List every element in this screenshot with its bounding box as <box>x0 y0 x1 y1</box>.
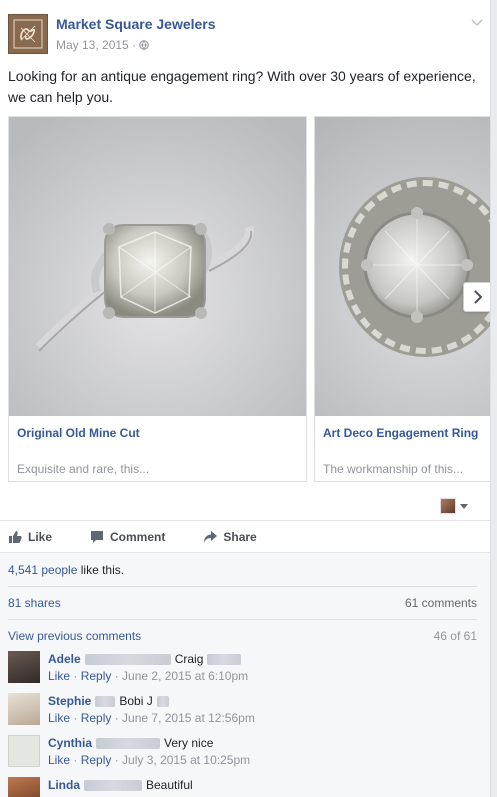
comment-date[interactable]: June 7, 2015 at 12:56pm <box>122 711 255 725</box>
comment-date[interactable]: July 3, 2015 at 10:25pm <box>122 753 250 767</box>
comment-reply-link[interactable]: Reply <box>81 711 112 725</box>
divider <box>8 619 477 620</box>
shares-link[interactable]: 81 shares <box>8 596 61 610</box>
viewer-avatar <box>440 498 456 514</box>
comment-label: Comment <box>110 529 166 544</box>
comment-author[interactable]: Stephie <box>48 694 91 708</box>
comment-text: Beautiful <box>146 778 193 792</box>
comment-position: 46 of 61 <box>433 629 477 643</box>
comment-like-link[interactable]: Like <box>48 669 70 683</box>
redacted-name <box>96 737 161 749</box>
comment-like-link[interactable]: Like <box>48 753 70 767</box>
comment-like-link[interactable]: Like <box>48 711 70 725</box>
comment-item: Linda Beautiful <box>8 777 477 797</box>
post-text: Looking for an antique engagement ring? … <box>8 68 476 105</box>
social-summary: 4,541 people like this. 81 shares 61 com… <box>0 552 490 797</box>
comment-text: Bobi J <box>119 694 153 708</box>
page-logo[interactable] <box>8 14 48 54</box>
post-header: Market Square Jewelers May 13, 2015 · <box>8 12 483 56</box>
share-label: Share <box>223 529 257 544</box>
carousel-card-1[interactable]: Original Old Mine Cut Exquisite and rare… <box>8 116 307 482</box>
ring-image-1[interactable] <box>9 117 306 416</box>
chevron-down-icon[interactable] <box>471 18 483 28</box>
avatar[interactable] <box>8 651 40 683</box>
post-card: Market Square Jewelers May 13, 2015 · Lo… <box>0 0 491 797</box>
comment-date[interactable]: June 2, 2015 at 6:10pm <box>122 669 248 683</box>
caret-down-icon <box>460 503 468 509</box>
chevron-right-icon <box>473 290 482 304</box>
comment-item: Cynthia Very nice Like · Reply · July 3,… <box>8 735 477 771</box>
redacted-name <box>156 695 169 707</box>
page-name-link[interactable]: Market Square Jewelers <box>56 16 216 32</box>
comment-actions: Like · Reply · June 7, 2015 at 12:56pm <box>48 711 255 725</box>
post-date[interactable]: May 13, 2015 <box>56 38 129 52</box>
like-label: Like <box>28 529 53 544</box>
comment-body: Cynthia Very nice <box>48 736 213 750</box>
likes-summary: 4,541 people like this. <box>8 563 477 577</box>
comment-body: Stephie Bobi J <box>48 694 173 708</box>
divider <box>8 586 477 587</box>
comment-body: Linda Beautiful <box>48 778 193 792</box>
comment-actions: Like · Reply · June 2, 2015 at 6:10pm <box>48 669 249 683</box>
comment-text: Very nice <box>164 736 214 750</box>
comment-bubble-icon <box>91 530 104 543</box>
like-button[interactable]: Like <box>8 530 52 544</box>
carousel-description-1: Exquisite and rare, this... <box>17 462 150 476</box>
comment-item: Stephie Bobi J Like · Reply · June 7, 20… <box>8 693 477 729</box>
audience-selector[interactable] <box>440 498 468 514</box>
redacted-name <box>84 653 171 665</box>
redacted-name <box>95 695 116 707</box>
comment-item: Adele Craig Like · Reply · June 2, 2015 … <box>8 651 477 687</box>
action-bar: Like Comment Share <box>0 520 490 552</box>
comment-author[interactable]: Linda <box>48 778 80 792</box>
comment-reply-link[interactable]: Reply <box>81 753 112 767</box>
carousel-title-1[interactable]: Original Old Mine Cut <box>17 426 140 440</box>
avatar[interactable] <box>8 693 40 725</box>
share-arrow-icon <box>204 530 218 543</box>
redacted-name <box>207 653 242 665</box>
image-carousel: Original Old Mine Cut Exquisite and rare… <box>8 116 490 482</box>
avatar[interactable] <box>8 735 40 767</box>
comments-count-link[interactable]: 61 comments <box>405 596 477 610</box>
comment-author[interactable]: Adele <box>48 652 81 666</box>
view-previous-comments-link[interactable]: View previous comments <box>8 629 141 643</box>
avatar[interactable] <box>8 777 40 797</box>
likes-suffix: like this. <box>77 563 125 577</box>
carousel-description-2: The workmanship of this... <box>323 462 464 476</box>
monogram-logo-icon <box>13 19 43 49</box>
comment-body: Adele Craig <box>48 652 245 666</box>
comment-text: Craig <box>174 652 204 666</box>
globe-icon <box>139 40 150 50</box>
share-button[interactable]: Share <box>203 529 257 544</box>
redacted-name <box>84 779 142 791</box>
view-previous-row: View previous comments 46 of 61 <box>8 629 477 643</box>
like-thumb-icon <box>9 530 22 543</box>
likes-count-link[interactable]: 4,541 people <box>8 563 77 577</box>
ring-image-2[interactable] <box>315 117 490 416</box>
post-meta: May 13, 2015 · <box>56 38 150 52</box>
comment-reply-link[interactable]: Reply <box>81 669 112 683</box>
comment-button[interactable]: Comment <box>90 530 165 544</box>
meta-separator: · <box>132 38 137 52</box>
shares-comments-row: 81 shares 61 comments <box>8 596 477 610</box>
comment-actions: Like · Reply · July 3, 2015 at 10:25pm <box>48 753 251 767</box>
carousel-next-button[interactable] <box>463 282 490 312</box>
carousel-title-2[interactable]: Art Deco Engagement Ring <box>323 426 478 440</box>
comment-author[interactable]: Cynthia <box>48 736 92 750</box>
